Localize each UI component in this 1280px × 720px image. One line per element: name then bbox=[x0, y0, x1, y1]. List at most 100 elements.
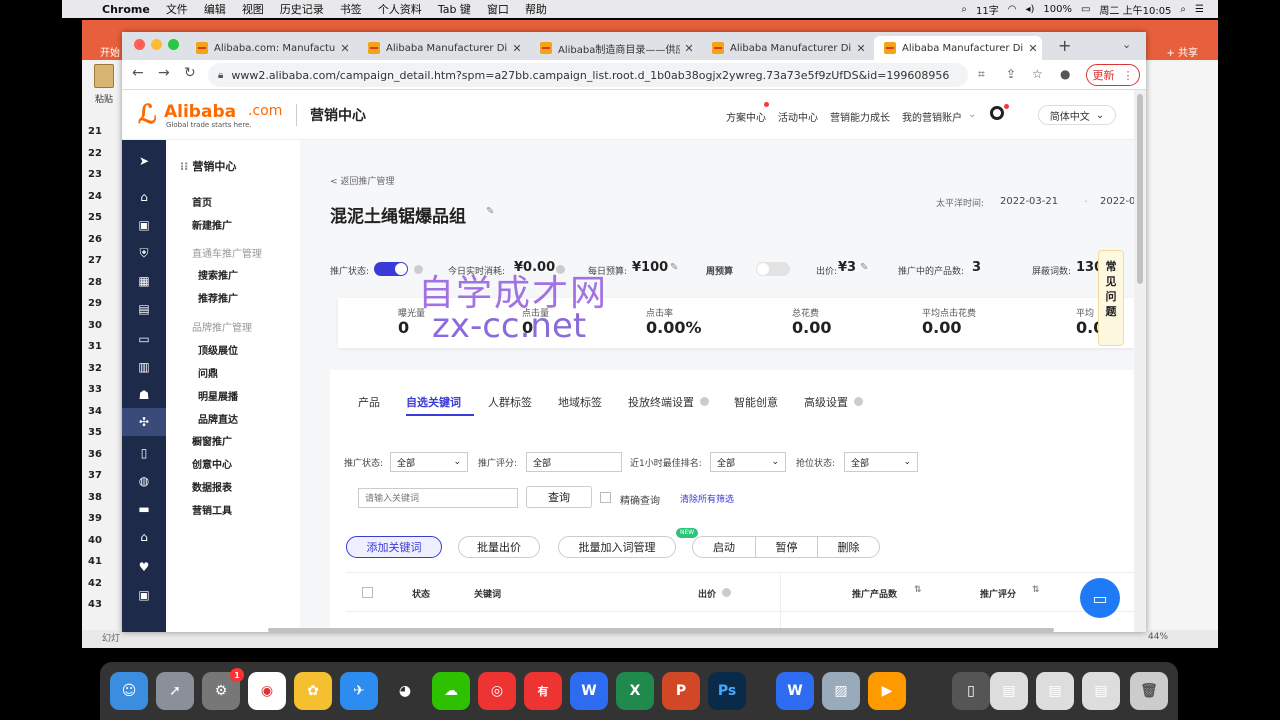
tab-audience[interactable]: 人群标签 bbox=[488, 394, 532, 410]
menu-edit[interactable]: 编辑 bbox=[204, 1, 226, 17]
help-icon[interactable] bbox=[700, 397, 709, 406]
slide-number[interactable]: 40 bbox=[84, 535, 124, 557]
slide-number[interactable]: 31 bbox=[84, 341, 124, 363]
scrollbar-thumb[interactable] bbox=[268, 628, 1054, 632]
sort-icon[interactable]: ⇅ bbox=[1032, 585, 1040, 595]
nav-my-account[interactable]: 我的营销账户 bbox=[902, 109, 962, 124]
back-icon[interactable]: ← bbox=[132, 65, 144, 81]
slide-number[interactable]: 26 bbox=[84, 234, 124, 256]
help-icon[interactable] bbox=[722, 588, 731, 597]
wps-icon[interactable]: W bbox=[570, 672, 608, 710]
chrome-icon[interactable]: ◉ bbox=[248, 672, 286, 710]
submenu-creative[interactable]: 创意中心 bbox=[192, 456, 232, 471]
close-tab-icon[interactable]: ✕ bbox=[1024, 42, 1042, 55]
date-to[interactable]: 2022-0 bbox=[1100, 196, 1134, 207]
edit-icon[interactable]: ✎ bbox=[670, 262, 678, 273]
select-all-checkbox[interactable] bbox=[362, 587, 373, 598]
chevron-down-icon[interactable]: ⌄ bbox=[968, 109, 976, 120]
campaign-status-toggle[interactable] bbox=[374, 262, 408, 276]
menu-file[interactable]: 文件 bbox=[166, 1, 188, 17]
slide-number[interactable]: 28 bbox=[84, 277, 124, 299]
filter-rank-select[interactable]: 全部 ⌄ bbox=[710, 452, 786, 472]
grid-icon[interactable]: ▦ bbox=[122, 274, 166, 288]
finder-icon[interactable]: ☺ bbox=[110, 672, 148, 710]
photoshop-icon[interactable]: Ps bbox=[708, 672, 746, 710]
scrollbar-thumb[interactable] bbox=[1137, 94, 1143, 284]
preview-icon[interactable]: ▨ bbox=[822, 672, 860, 710]
browser-tab[interactable]: Alibaba Manufacturer Direc ✕ bbox=[702, 36, 870, 60]
filter-grab-select[interactable]: 全部 ⌄ bbox=[844, 452, 918, 472]
faq-button[interactable]: 常见问题 bbox=[1098, 250, 1124, 346]
profile-avatar-icon[interactable]: ● bbox=[1060, 67, 1070, 81]
close-tab-icon[interactable]: ✕ bbox=[336, 42, 354, 55]
submenu-report[interactable]: 数据报表 bbox=[192, 479, 232, 494]
maximize-window-icon[interactable] bbox=[168, 39, 179, 50]
control-center-icon[interactable]: ☰ bbox=[1195, 4, 1204, 15]
photos-icon[interactable]: ✿ bbox=[294, 672, 332, 710]
slide-number[interactable]: 30 bbox=[84, 320, 124, 342]
clipboard-icon[interactable]: ▯ bbox=[122, 446, 166, 460]
submenu-search[interactable]: 搜索推广 bbox=[198, 267, 238, 282]
new-tab-icon[interactable]: + bbox=[1058, 36, 1071, 55]
slide-number[interactable]: 34 bbox=[84, 406, 124, 428]
nav-growth[interactable]: 营销能力成长 bbox=[830, 109, 890, 124]
qq-icon[interactable]: ◕ bbox=[386, 672, 424, 710]
slide-number[interactable]: 38 bbox=[84, 492, 124, 514]
bell-icon[interactable] bbox=[990, 106, 1004, 120]
delete-button[interactable]: 删除 bbox=[818, 536, 880, 558]
submenu-wending[interactable]: 问鼎 bbox=[198, 365, 218, 380]
tab-advanced[interactable]: 高级设置 bbox=[804, 394, 848, 410]
submenu-tools[interactable]: 营销工具 bbox=[192, 502, 232, 517]
close-tab-icon[interactable]: ✕ bbox=[680, 42, 698, 55]
col-bid[interactable]: 出价 bbox=[698, 587, 716, 600]
alibaba-logo[interactable]: ℒ Alibaba .com Global trade starts here. bbox=[138, 100, 288, 130]
bank-icon[interactable]: ⌂ bbox=[122, 530, 166, 544]
language-select[interactable]: 简体中文 ⌄ bbox=[1038, 105, 1116, 125]
slide-number[interactable]: 42 bbox=[84, 578, 124, 600]
edit-icon[interactable]: ✎ bbox=[860, 262, 868, 273]
volume-icon[interactable]: ◂) bbox=[1025, 4, 1034, 15]
youdao-icon[interactable]: 有 bbox=[524, 672, 562, 710]
menu-tab[interactable]: Tab 键 bbox=[438, 1, 471, 17]
recent-window-icon[interactable]: ▯ bbox=[952, 672, 990, 710]
slide-number[interactable]: 23 bbox=[84, 169, 124, 191]
col-product-count[interactable]: 推广产品数 bbox=[852, 587, 897, 600]
truck-icon[interactable]: ▬ bbox=[122, 502, 166, 516]
message-icon[interactable]: ▭ bbox=[122, 332, 166, 346]
pause-button[interactable]: 暂停 bbox=[756, 536, 818, 558]
bar-chart-icon[interactable]: ▥ bbox=[122, 360, 166, 374]
address-bar[interactable]: 🔒︎ www2.alibaba.com/campaign_detail.htm?… bbox=[208, 63, 968, 87]
lock-icon[interactable]: 🔒︎ bbox=[218, 70, 223, 81]
slide-number[interactable]: 21 bbox=[84, 126, 124, 148]
nav-activity-center[interactable]: 活动中心 bbox=[778, 109, 818, 124]
shield-icon[interactable]: ⛨ bbox=[122, 246, 166, 261]
system-preferences-icon[interactable]: ⚙ 1 bbox=[202, 668, 244, 710]
bookmark-star-icon[interactable]: ☆ bbox=[1032, 67, 1043, 81]
bulk-bid-button[interactable]: 批量出价 bbox=[458, 536, 540, 558]
menu-app-name[interactable]: Chrome bbox=[102, 3, 150, 16]
reload-icon[interactable]: ↻ bbox=[184, 65, 196, 81]
bg-paste-button[interactable]: 粘贴 bbox=[90, 64, 118, 108]
menu-help[interactable]: 帮助 bbox=[525, 1, 547, 17]
filter-status-select[interactable]: 全部 ⌄ bbox=[390, 452, 468, 472]
bg-start-tab[interactable]: 开始 bbox=[100, 44, 120, 59]
help-icon[interactable] bbox=[854, 397, 863, 406]
excel-icon[interactable]: X bbox=[616, 672, 654, 710]
slide-number[interactable]: 36 bbox=[84, 449, 124, 471]
menu-bookmarks[interactable]: 书签 bbox=[340, 1, 362, 17]
share-icon[interactable]: ⇪ bbox=[1006, 67, 1016, 81]
marketing-icon[interactable]: ✣ bbox=[122, 408, 166, 436]
minimize-window-icon[interactable] bbox=[151, 39, 162, 50]
clock[interactable]: 周二 上午10:05 bbox=[1099, 2, 1171, 17]
start-button[interactable]: 启动 bbox=[692, 536, 756, 558]
tab-custom-keywords[interactable]: 自选关键词 bbox=[406, 394, 461, 410]
forward-icon[interactable]: → bbox=[158, 65, 170, 81]
query-button[interactable]: 查询 bbox=[526, 486, 592, 508]
launchpad-icon[interactable]: ➚ bbox=[156, 672, 194, 710]
browser-tab[interactable]: Alibaba Manufacturer Direc ✕ bbox=[358, 36, 526, 60]
vertical-scrollbar[interactable] bbox=[1134, 90, 1146, 632]
tab-device-settings[interactable]: 投放终端设置 bbox=[628, 394, 694, 410]
live-stream-icon[interactable]: ▶ bbox=[868, 672, 906, 710]
wifi-icon[interactable]: ◠ bbox=[1008, 4, 1017, 15]
back-link[interactable]: < 返回推广管理 bbox=[330, 174, 394, 187]
